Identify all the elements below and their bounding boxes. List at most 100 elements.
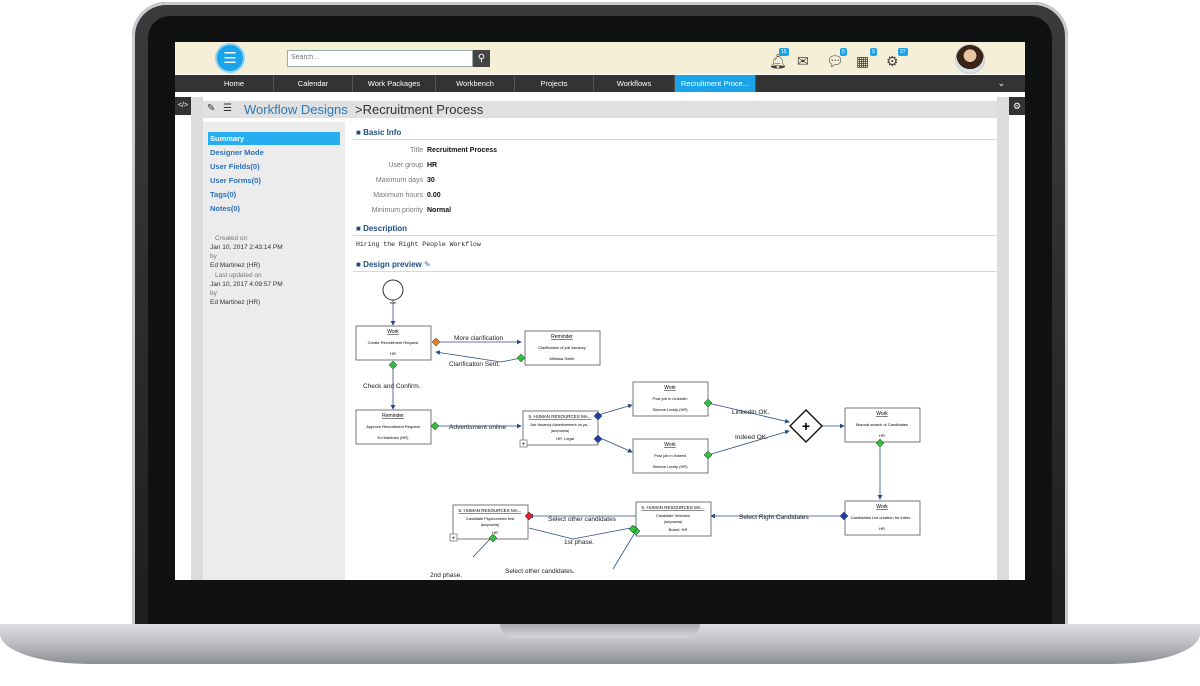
search-field[interactable] <box>287 50 473 67</box>
search-input[interactable] <box>288 51 454 64</box>
tab-projects[interactable]: Projects <box>515 75 594 92</box>
svg-text:Clarification of job vacancy: Clarification of job vacancy <box>538 345 586 350</box>
sidebar-item-user-forms[interactable]: User Forms(0) <box>208 174 340 187</box>
design-preview-heading: ■ Design preview ✎ <box>356 260 431 269</box>
code-toggle-icon[interactable]: </> <box>175 97 191 115</box>
svg-text:Candidate Psychometric test: Candidate Psychometric test <box>466 517 515 521</box>
svg-text:Post job in Indeed: Post job in Indeed <box>654 453 686 458</box>
chat-badge: 5 <box>840 48 847 56</box>
svg-text:Melissa Smith: Melissa Smith <box>550 356 575 361</box>
tab-calendar[interactable]: Calendar <box>274 75 353 92</box>
svg-text:Work: Work <box>876 504 888 510</box>
svg-text:Work: Work <box>387 329 399 335</box>
tab-home[interactable]: Home <box>195 75 274 92</box>
svg-text:Reminder: Reminder <box>551 334 573 340</box>
node-subprocess-advertisement[interactable]: 5. HUMAN RESOURCES MA... Job Vacancy Adv… <box>519 410 599 448</box>
node-subprocess-selection[interactable]: 5. HUMAN RESOURCES MA... Candidate Selec… <box>635 501 712 537</box>
svg-text:Board, HR: Board, HR <box>669 527 688 532</box>
sidebar-item-summary[interactable]: Summary <box>208 132 340 145</box>
start-label: start <box>390 301 397 305</box>
node-work-manual-search[interactable]: Work Manual search of Candidates HR <box>844 407 921 443</box>
node-work-candidates-list[interactable]: Work Candidates List creation for interv… <box>844 500 921 536</box>
sidebar-item-designer-mode[interactable]: Designer Mode <box>208 146 340 159</box>
basic-info-heading-text: Basic Info <box>363 128 402 137</box>
field-value-max-hours: 0.00 <box>427 192 441 199</box>
tab-work-packages[interactable]: Work Packages <box>353 75 436 92</box>
page-title: >Recruitment Process <box>355 102 484 117</box>
label-more-clarification: More clarification <box>454 335 504 342</box>
mail-icon[interactable]: ✉ <box>797 53 809 70</box>
svg-text:Work: Work <box>664 442 676 448</box>
edge-first-phase <box>528 525 637 540</box>
pencil-icon[interactable]: ✎ <box>207 103 215 114</box>
app-screen: ☰ ⚲ 🔔︎ 15 ✉ 💬︎ 5 ▦ 9 ⚙ 27 Home Calendar … <box>175 42 1025 580</box>
edit-icon[interactable]: ✎ <box>424 260 431 269</box>
svg-text:Simone Leddy (HR): Simone Leddy (HR) <box>652 464 688 469</box>
gear-icon[interactable]: ⚙ <box>1009 97 1025 115</box>
calendar-icon[interactable]: ▦ <box>856 53 869 70</box>
tab-workbench[interactable]: Workbench <box>436 75 515 92</box>
svg-text:Create Recruitment Request: Create Recruitment Request <box>368 340 420 345</box>
svg-text:Reminder: Reminder <box>382 413 404 419</box>
node-reminder-clarification[interactable]: Reminder Clarification of job vacancy Me… <box>524 330 601 366</box>
bell-badge: 15 <box>779 48 789 56</box>
sidebar: Summary Designer Mode User Fields(0) Use… <box>203 122 345 580</box>
top-bar: ☰ ⚲ 🔔︎ 15 ✉ 💬︎ 5 ▦ 9 ⚙ 27 <box>175 42 1025 74</box>
label-first-phase: 1st phase. <box>564 539 594 546</box>
created-by: Ed Martinez (HR) <box>210 262 261 269</box>
start-event[interactable] <box>382 279 404 301</box>
tab-workflows[interactable]: Workflows <box>594 75 675 92</box>
breadcrumb-workflow-designs[interactable]: Workflow Designs <box>244 102 348 117</box>
sidebar-item-tags[interactable]: Tags(0) <box>208 188 340 201</box>
updated-by: Ed Martinez (HR) <box>210 299 261 306</box>
svg-text:5. HUMAN RESOURCES MA...: 5. HUMAN RESOURCES MA... <box>641 505 704 510</box>
sidebar-item-user-fields[interactable]: User Fields(0) <box>208 160 340 173</box>
description-text: Hiring the Right People Workflow <box>356 241 481 248</box>
field-label-user-group: User group <box>388 162 423 169</box>
svg-text:+: + <box>802 418 810 434</box>
label-clarification-sent: Clarification Sent. <box>449 361 500 368</box>
node-work-create-request[interactable]: Work Create Recruitment Request HR <box>355 325 432 361</box>
svg-text:HR: HR <box>879 526 885 531</box>
label-second-phase: 2nd phase. <box>430 572 462 579</box>
node-subprocess-psychometric[interactable]: 5. HUMAN RESOURCES MA... Candidate Psych… <box>449 504 529 542</box>
sidebar-item-notes[interactable]: Notes(0) <box>208 202 340 215</box>
label-select-right: Select Right Candidates <box>739 514 809 521</box>
created-date: Jan 10, 2017 2:43:14 PM <box>210 244 283 251</box>
left-frame <box>191 97 203 580</box>
edge-labels: More clarification Clarification Sent. C… <box>363 335 809 579</box>
node-work-linkedin[interactable]: Work Post job in LinkedIn Simone Leddy (… <box>632 381 709 417</box>
svg-text:+: + <box>452 536 456 542</box>
svg-text:5. HUMAN RESOURCES MA...: 5. HUMAN RESOURCES MA... <box>458 508 521 513</box>
svg-text:Simone Leddy (HR): Simone Leddy (HR) <box>652 407 688 412</box>
workflow-diagram-svg: start Work Create Recruitment Request HR… <box>355 279 921 579</box>
node-work-indeed[interactable]: Work Post job in Indeed Simone Leddy (HR… <box>632 438 709 474</box>
svg-text:HR, Legal: HR, Legal <box>556 436 574 441</box>
tab-recruitment-process[interactable]: Recruitment Proce... <box>675 75 756 92</box>
settings-icon[interactable]: ⚙ <box>886 53 899 70</box>
svg-text:Manual search of Candidates: Manual search of Candidates <box>856 422 908 427</box>
design-preview-heading-text: Design preview <box>363 260 422 269</box>
field-label-max-days: Maximum days <box>375 177 423 184</box>
label-check-confirm: Check and Confirm. <box>363 383 421 390</box>
description-heading-text: Description <box>363 224 408 233</box>
hamburger-menu-icon[interactable]: ☰ <box>217 45 243 71</box>
avatar[interactable] <box>955 44 985 74</box>
label-select-other-2: Select other candidates. <box>505 568 575 575</box>
svg-text:Ed Martinez (HR): Ed Martinez (HR) <box>378 435 410 440</box>
divider <box>353 139 997 140</box>
label-indeed-ok: Indeed OK. <box>735 434 768 441</box>
node-reminder-approve[interactable]: Reminder Approve Recruitment Request Ed … <box>355 409 432 445</box>
created-by-label: by <box>210 253 217 260</box>
list-icon[interactable]: ☰ <box>223 103 232 114</box>
chevron-down-icon[interactable]: ⌄ <box>997 75 1005 92</box>
field-value-title: Recruitment Process <box>427 147 498 154</box>
parallel-gateway[interactable]: + <box>789 409 823 443</box>
search-icon[interactable]: ⚲ <box>473 50 490 67</box>
edge-to-indeed <box>597 436 633 453</box>
svg-text:(subprocess): (subprocess) <box>481 523 499 527</box>
svg-text:Job Vacancy Advertisement on y: Job Vacancy Advertisement on ya... <box>530 423 590 427</box>
svg-text:+: + <box>522 442 526 448</box>
svg-text:Candidates List creation for i: Candidates List creation for interv... <box>851 515 914 520</box>
updated-label: Last updated on <box>215 272 262 279</box>
